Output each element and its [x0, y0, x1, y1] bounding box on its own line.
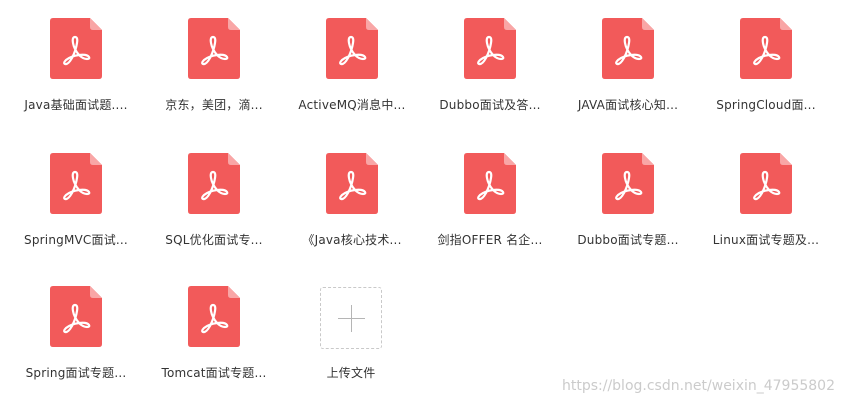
- pdf-file-icon: [464, 153, 516, 214]
- pdf-file-icon: [326, 18, 378, 79]
- file-tile[interactable]: 剑指OFFER 名企...: [421, 135, 559, 265]
- pdf-file-icon: [602, 18, 654, 79]
- pdf-file-icon: [464, 18, 516, 79]
- pdf-file-icon: [602, 153, 654, 214]
- pdf-file-icon: [188, 153, 240, 214]
- pdf-file-icon: [50, 18, 102, 79]
- upload-tile[interactable]: 上传文件: [276, 268, 414, 398]
- file-tile[interactable]: Dubbo面试及答...: [421, 0, 559, 130]
- file-name: Linux面试专题及...: [712, 233, 820, 247]
- pdf-file-icon: [188, 286, 240, 347]
- file-tile[interactable]: ActiveMQ消息中...: [283, 0, 421, 130]
- file-tile[interactable]: SpringCloud面...: [697, 0, 835, 130]
- file-name: 剑指OFFER 名企...: [437, 233, 543, 247]
- file-tile[interactable]: Spring面试专题...: [7, 268, 145, 398]
- file-tile[interactable]: Java基础面试题....: [7, 0, 145, 130]
- file-tile[interactable]: Dubbo面试专题...: [559, 135, 697, 265]
- file-name: Java基础面试题....: [24, 98, 128, 112]
- file-name: 《Java核心技术...: [302, 233, 402, 247]
- pdf-file-icon: [740, 18, 792, 79]
- file-tile[interactable]: 《Java核心技术...: [283, 135, 421, 265]
- file-name: Dubbo面试专题...: [577, 233, 679, 247]
- upload-label: 上传文件: [326, 366, 376, 380]
- file-name: SpringCloud面...: [716, 98, 816, 112]
- file-name: 京东，美团，滴...: [165, 98, 263, 112]
- file-name: Tomcat面试专题...: [161, 366, 267, 380]
- file-name: Spring面试专题...: [25, 366, 127, 380]
- pdf-file-icon: [326, 153, 378, 214]
- pdf-file-icon: [50, 286, 102, 347]
- pdf-file-icon: [188, 18, 240, 79]
- file-tile[interactable]: Linux面试专题及...: [697, 135, 835, 265]
- file-name: JAVA面试核心知...: [577, 98, 679, 112]
- file-tile[interactable]: JAVA面试核心知...: [559, 0, 697, 130]
- pdf-file-icon: [740, 153, 792, 214]
- file-tile[interactable]: SQL优化面试专...: [145, 135, 283, 265]
- file-name: ActiveMQ消息中...: [298, 98, 406, 112]
- file-name: SQL优化面试专...: [165, 233, 263, 247]
- file-name: Dubbo面试及答...: [439, 98, 541, 112]
- watermark: https://blog.csdn.net/weixin_47955802: [561, 378, 835, 394]
- pdf-file-icon: [50, 153, 102, 214]
- file-name: SpringMVC面试...: [24, 233, 128, 247]
- file-tile[interactable]: 京东，美团，滴...: [145, 0, 283, 130]
- file-tile[interactable]: SpringMVC面试...: [7, 135, 145, 265]
- upload-button[interactable]: [320, 287, 382, 349]
- file-tile[interactable]: Tomcat面试专题...: [145, 268, 283, 398]
